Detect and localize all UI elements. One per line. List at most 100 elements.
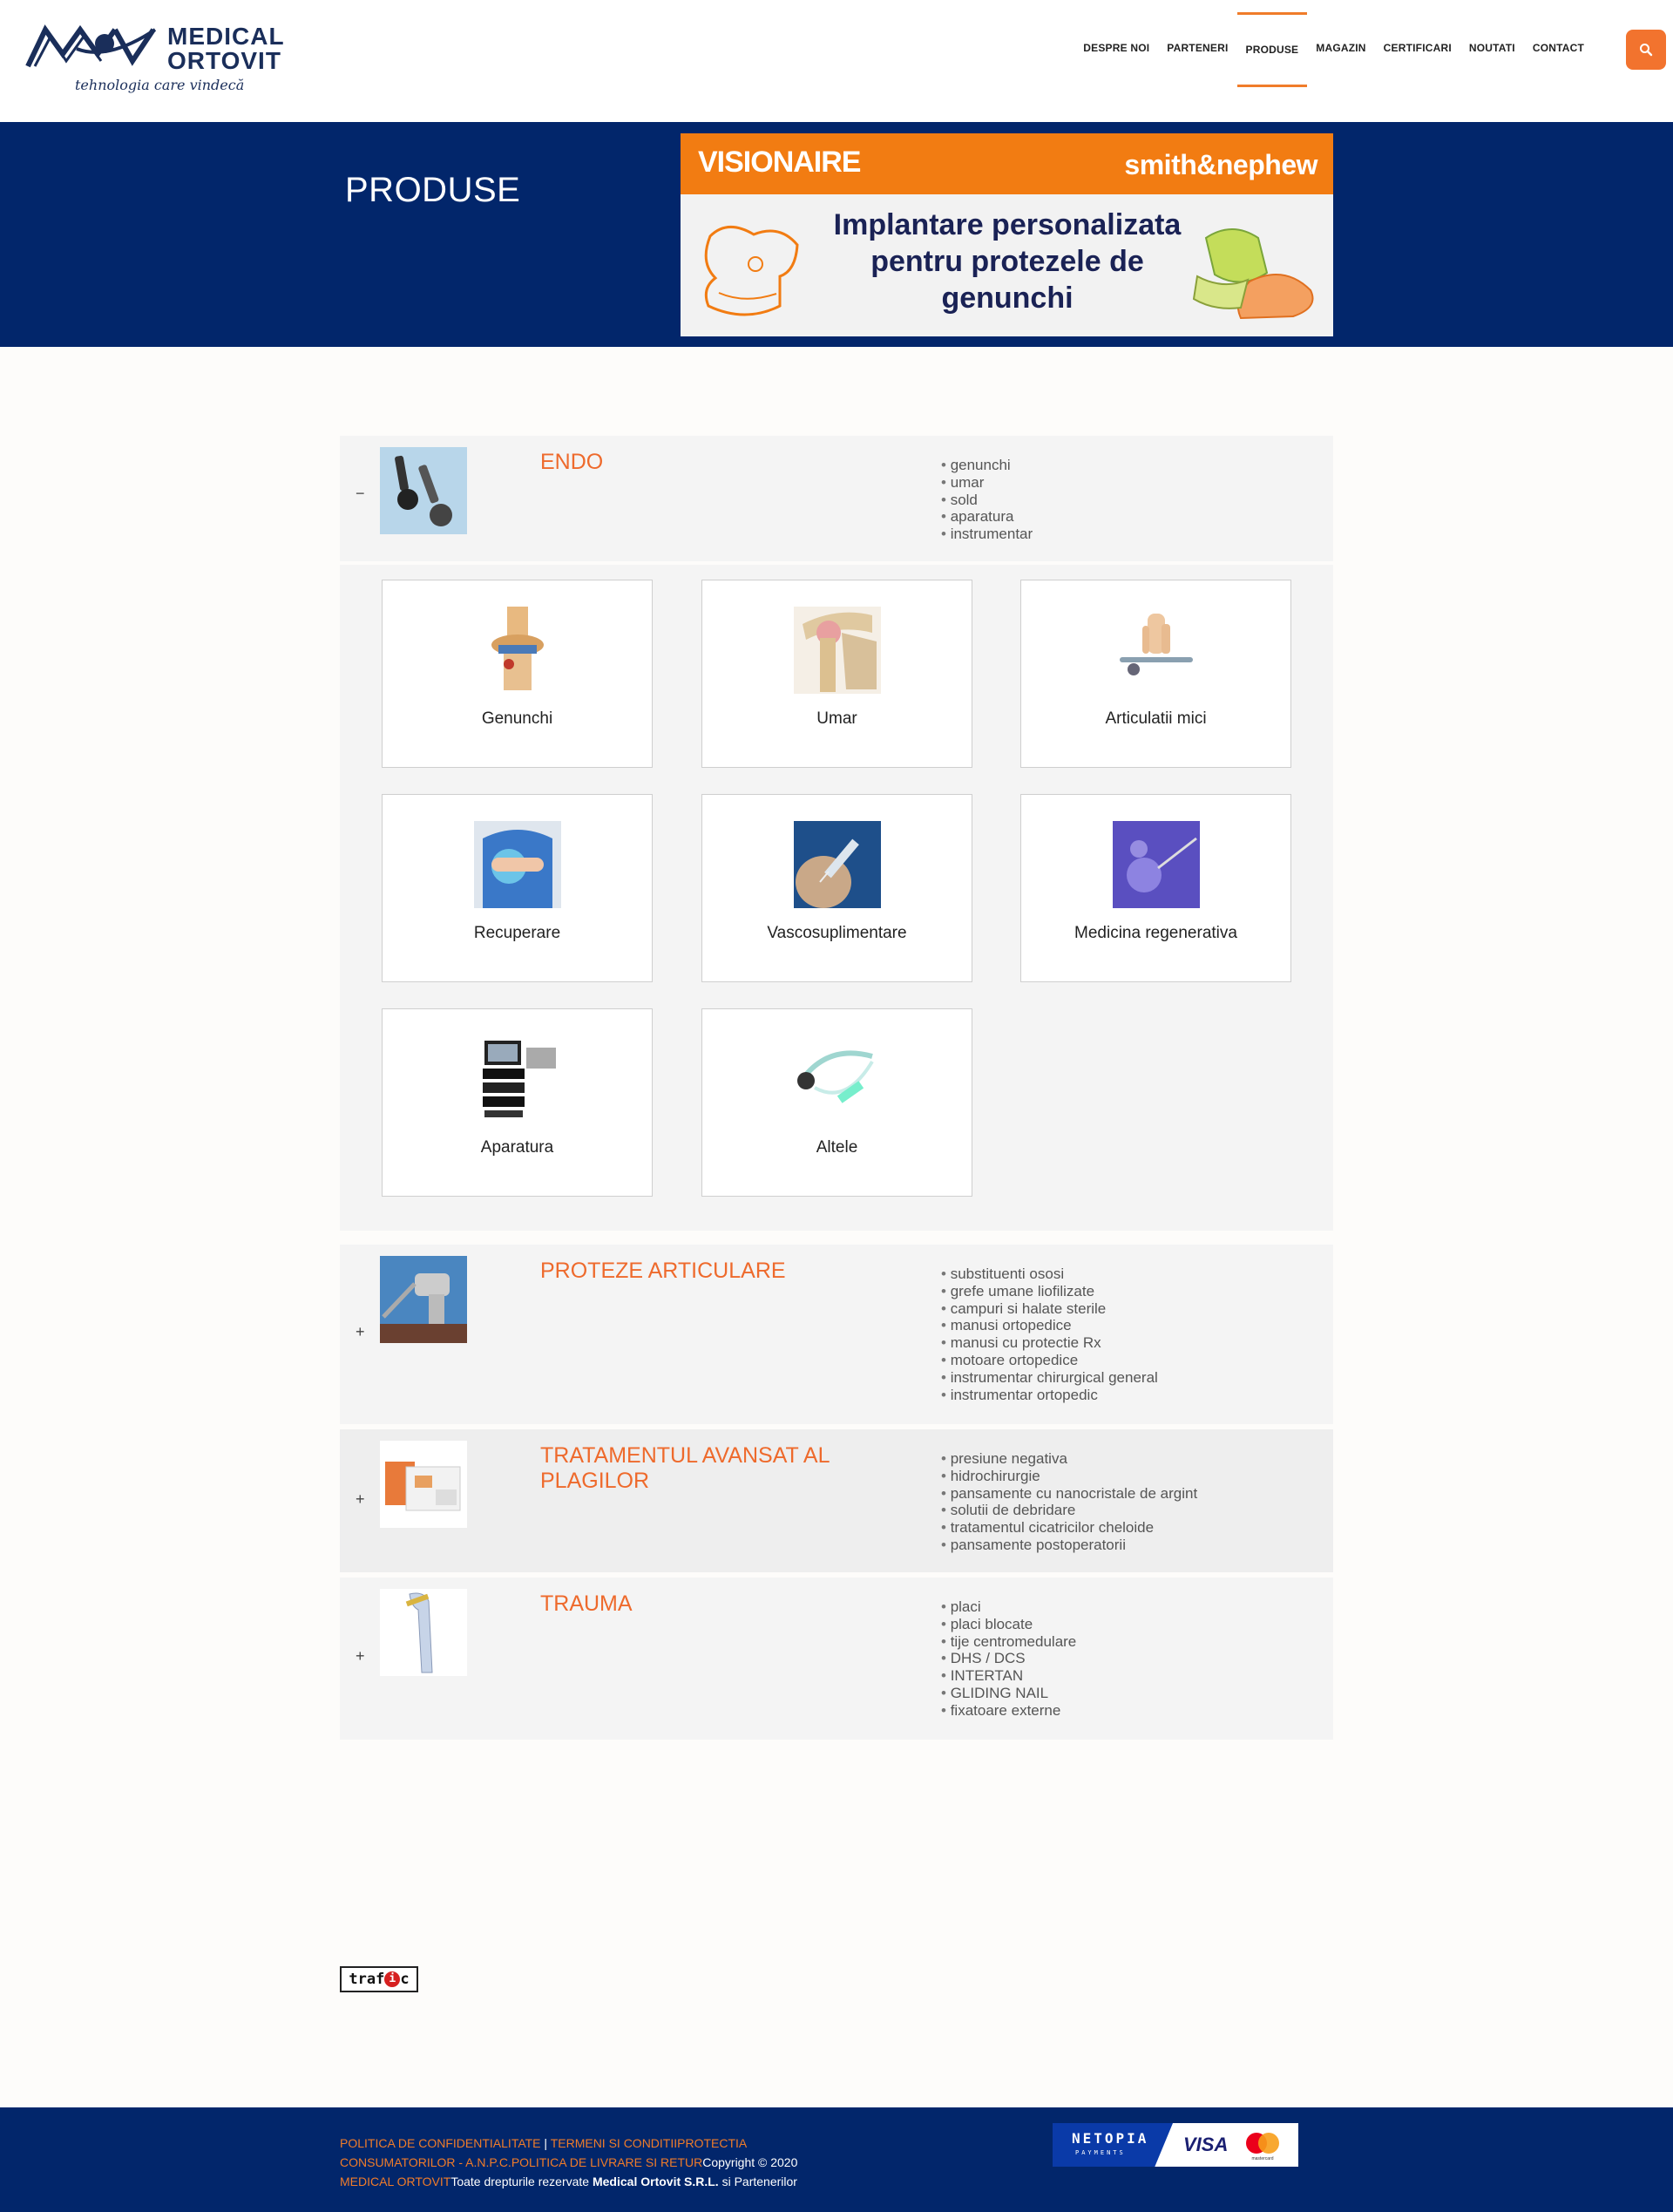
intramedullary-nail-icon — [380, 1589, 467, 1676]
recovery-ball-icon — [474, 821, 561, 908]
mastercard-label: mastercard — [1251, 2156, 1273, 2161]
list-item: solutii de debridare — [941, 1502, 1197, 1519]
expand-toggle[interactable]: + — [356, 1323, 365, 1341]
subcategory-label: Genunchi — [481, 709, 553, 728]
trafic-dot: i — [384, 1971, 401, 1987]
subcategory-card-recuperare[interactable]: Recuperare — [382, 794, 653, 982]
category-title-proteze-articulare[interactable]: PROTEZE ARTICULARE — [540, 1259, 889, 1284]
visa-logo: VISA — [1183, 2134, 1229, 2155]
trafic-text-right: c — [400, 1971, 410, 1988]
page-title: PRODUSE — [345, 171, 521, 209]
trafic-counter-badge[interactable]: traf i c — [340, 1966, 418, 1992]
footer-link-privacy[interactable]: POLITICA DE CONFIDENTIALITATE — [340, 2136, 541, 2150]
logo-mark-icon — [25, 24, 157, 68]
nav-certificari[interactable]: CERTIFICARI — [1375, 12, 1460, 87]
subcategory-label: Articulatii mici — [1105, 709, 1207, 728]
category-thumb-trauma — [380, 1589, 467, 1676]
footer-separator: | — [544, 2136, 548, 2150]
nav-contact[interactable]: CONTACT — [1524, 12, 1593, 87]
footer-company-link[interactable]: MEDICAL ORTOVIT — [340, 2175, 450, 2188]
collapse-toggle[interactable]: − — [356, 485, 365, 503]
injection-icon — [794, 821, 881, 908]
hand-joint-icon — [1120, 614, 1193, 675]
list-item: presiune negativa — [941, 1450, 1197, 1468]
footer-rights-suffix: si Partenerilor — [721, 2175, 797, 2188]
footer-link-terms[interactable]: TERMENI SI CONDITII — [551, 2136, 677, 2150]
footer-rights-company: Medical Ortovit S.R.L. — [592, 2175, 719, 2188]
subcategory-label: Recuperare — [473, 924, 561, 942]
expand-toggle[interactable]: + — [356, 1647, 365, 1666]
category-title-endo[interactable]: ENDO — [540, 450, 889, 475]
list-item: aparatura — [941, 508, 1033, 526]
list-item: manusi ortopedice — [941, 1317, 1158, 1334]
category-thumb-proteze — [380, 1256, 467, 1343]
subcategory-card-altele[interactable]: Altele — [701, 1008, 972, 1197]
subcategory-card-umar[interactable]: Umar — [701, 580, 972, 768]
category-row-endo[interactable]: − ENDO genunchi umar sold aparatura inst… — [340, 436, 1333, 561]
subcategory-label: Umar — [816, 709, 857, 728]
category-title-trauma[interactable]: TRAUMA — [540, 1591, 889, 1617]
nav-parteneri[interactable]: PARTENERI — [1158, 12, 1236, 87]
footer-link-delivery[interactable]: POLITICA DE LIVRARE SI RETUR — [511, 2155, 702, 2169]
list-item: sold — [941, 492, 1033, 509]
category-items-plagi: presiune negativa hidrochirurgie pansame… — [941, 1450, 1198, 1554]
list-item: placi blocate — [941, 1616, 1076, 1633]
footer-rights: Toate drepturile rezervate — [450, 2175, 590, 2188]
page-banner: PRODUSE VISIONAIRE smith&nephew Implanta… — [0, 122, 1673, 347]
arthroscope-icon — [380, 447, 467, 534]
list-item: placi — [941, 1598, 1076, 1616]
search-icon — [1640, 44, 1653, 57]
knee-implant-outline-icon — [704, 226, 799, 316]
search-button[interactable] — [1626, 30, 1666, 70]
netopia-label: NETOPIA — [1072, 2130, 1149, 2147]
trafic-text-left: traf — [349, 1971, 385, 1988]
list-item: INTERTAN — [941, 1667, 1076, 1685]
category-row-proteze-articulare[interactable]: + PROTEZE ARTICULARE substituenti ososi … — [340, 1245, 1333, 1424]
list-item: campuri si halate sterile — [941, 1300, 1158, 1318]
promo-brand-smith-nephew: smith&nephew — [1124, 149, 1317, 180]
subcategory-card-medicina-regenerativa[interactable]: Medicina regenerativa — [1020, 794, 1291, 982]
netopia-sub-label: PAYMENTS — [1075, 2149, 1126, 2156]
brand-name-line2: ORTOVIT — [167, 47, 281, 74]
netopia-logo[interactable]: NETOPIA PAYMENTS — [1053, 2123, 1173, 2167]
list-item: genunchi — [941, 457, 1033, 474]
list-item: hidrochirurgie — [941, 1468, 1197, 1485]
subcategory-label: Vascosuplimentare — [767, 924, 907, 942]
list-item: GLIDING NAIL — [941, 1685, 1076, 1702]
knee-joint-icon — [491, 607, 544, 690]
nav-magazin[interactable]: MAGAZIN — [1307, 12, 1374, 87]
subcategory-panel-endo: Genunchi Umar Articulatii mici Recuperar… — [340, 565, 1333, 1231]
brand-tagline: tehnologia care vindecă — [75, 77, 245, 93]
promo-visionaire[interactable]: VISIONAIRE smith&nephew Implantare perso… — [681, 133, 1333, 336]
promo-brand-visionaire: VISIONAIRE — [698, 146, 861, 179]
list-item: substituenti ososi — [941, 1265, 1158, 1283]
list-item: motoare ortopedice — [941, 1352, 1158, 1369]
subcategory-label: Altele — [816, 1138, 858, 1157]
category-row-tratament-plagi[interactable]: + TRATAMENTUL AVANSAT AL PLAGILOR presiu… — [340, 1429, 1333, 1572]
list-item: manusi cu protectie Rx — [941, 1334, 1158, 1352]
category-row-trauma[interactable]: + TRAUMA placi placi blocate tije centro… — [340, 1578, 1333, 1740]
category-items-trauma: placi placi blocate tije centromedulare … — [941, 1598, 1077, 1720]
site-logo[interactable]: MEDICAL ORTOVIT tehnologia care vindecă — [24, 23, 303, 101]
subcategory-label: Medicina regenerativa — [1074, 924, 1237, 942]
subcategory-card-articulatii-mici[interactable]: Articulatii mici — [1020, 580, 1291, 768]
list-item: umar — [941, 474, 1033, 492]
site-header: MEDICAL ORTOVIT tehnologia care vindecă … — [0, 0, 1673, 122]
nav-despre-noi[interactable]: DESPRE NOI — [1074, 12, 1158, 87]
list-item: instrumentar — [941, 526, 1033, 543]
subcategory-card-aparatura[interactable]: Aparatura — [382, 1008, 653, 1197]
list-item: pansamente postoperatorii — [941, 1537, 1197, 1554]
expand-toggle[interactable]: + — [356, 1490, 365, 1509]
list-item: pansamente cu nanocristale de argint — [941, 1485, 1198, 1503]
surgical-drill-icon — [380, 1256, 467, 1343]
category-title-tratament-plagi[interactable]: TRATAMENTUL AVANSAT AL PLAGILOR — [540, 1443, 889, 1494]
subcategory-card-genunchi[interactable]: Genunchi — [382, 580, 653, 768]
subcategory-card-vascosuplimentare[interactable]: Vascosuplimentare — [701, 794, 972, 982]
knee-implant-3d-icon — [1192, 228, 1314, 320]
list-item: fixatoare externe — [941, 1702, 1076, 1720]
payment-logos: NETOPIA PAYMENTS VISA mastercard — [1053, 2123, 1298, 2167]
nav-produse[interactable]: PRODUSE — [1236, 12, 1308, 87]
nav-noutati[interactable]: NOUTATI — [1460, 12, 1524, 87]
list-item: tratamentul cicatricilor cheloide — [941, 1519, 1197, 1537]
medical-tower-icon — [483, 1041, 556, 1117]
